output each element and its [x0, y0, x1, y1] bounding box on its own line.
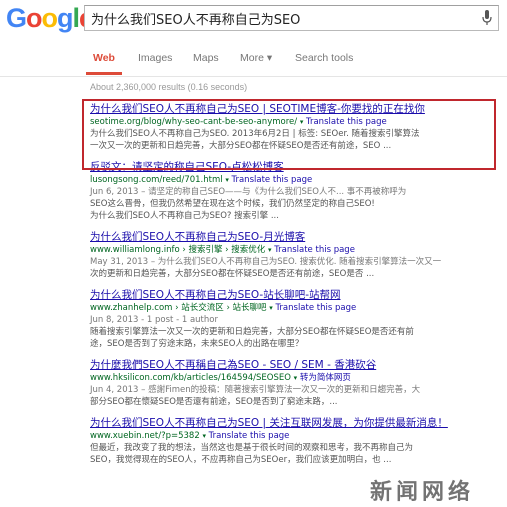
dropdown-arrow-icon[interactable]: ▾: [225, 176, 229, 184]
result-snippet-line: 随着搜索引擎算法一次又一次的更新和日趋完善，大部分SEO都在怀疑SEO是否还有前: [90, 327, 414, 337]
result-meta: Jun 8, 2013 - 1 post - 1 author: [90, 315, 218, 325]
result-url-text: lusongsong.com/reed/701.html: [90, 175, 223, 185]
result-url-text: www.zhanhelp.com › 站长交流区 › 站长聊吧: [90, 303, 267, 313]
result-item: 为什麼我們SEO人不再稱自己為SEO - SEO / SEM - 香港砍谷 ww…: [90, 358, 500, 408]
tab-images[interactable]: Images: [138, 52, 172, 64]
result-snippet-line: 次的更新和日趋完善，大部分SEO都在怀疑SEO是否还有前途，SEO是否 ...: [90, 269, 375, 279]
tab-more[interactable]: More ▾: [240, 52, 272, 64]
watermark: 新闻网络: [370, 479, 475, 505]
result-snippet-line: 但最近，我改变了我的想法，当然这也是基于很长时间的观察和思考，我不再称自己为: [90, 443, 414, 453]
tab-web[interactable]: Web: [93, 52, 115, 64]
translate-link[interactable]: Translate this page: [232, 175, 313, 185]
result-snippet-line: 部分SEO都在懷疑SEO是否還有前途，SEO是否到了窮途末路，...: [90, 397, 338, 407]
result-title-link[interactable]: 为什麼我們SEO人不再稱自己為SEO - SEO / SEM - 香港砍谷: [90, 358, 500, 372]
result-url: www.williamlong.info › 搜索引擎 › 搜索优化 ▾ Tra…: [90, 244, 500, 256]
translate-link[interactable]: Translate this page: [275, 303, 356, 313]
search-tabs: Web Images Maps More ▾ Search tools: [0, 42, 507, 77]
result-title-link[interactable]: 为什么我们SEO人不再称自己为SEO-月光博客: [90, 230, 500, 244]
result-url-text: www.williamlong.info › 搜索引擎 › 搜索优化: [90, 245, 266, 255]
google-logo[interactable]: Google: [6, 3, 94, 33]
tab-search-tools[interactable]: Search tools: [295, 52, 353, 64]
result-title-link[interactable]: 为什么我们SEO人不再称自己为SEO-站长聊吧-站帮网: [90, 288, 500, 302]
search-box[interactable]: [84, 5, 499, 31]
result-url: www.zhanhelp.com › 站长交流区 › 站长聊吧 ▾ Transl…: [90, 302, 500, 314]
result-meta: May 31, 2013 – 为什么我们SEO人不再称自己为SEO. 搜索优化.…: [90, 257, 442, 267]
result-item: 为什么我们SEO人不再称自己为SEO-站长聊吧-站帮网 www.zhanhelp…: [90, 288, 500, 350]
result-snippet-line: SEO，我觉得现在的SEO人，不应再称自己为SEOer，我们应该更加明白，也 .…: [90, 455, 392, 465]
result-meta: Jun 4, 2013 – 感謝Fimen的投稿：隨著搜索引擎算法一次又一次的更…: [90, 385, 421, 395]
result-item: 为什么我们SEO人不再称自己为SEO-月光博客 www.williamlong.…: [90, 230, 500, 280]
result-url: www.hksilicon.com/kb/articles/164594/SEO…: [90, 372, 500, 384]
search-input[interactable]: [85, 6, 471, 30]
translate-link[interactable]: Translate this page: [209, 431, 290, 441]
translate-link[interactable]: Translate this page: [274, 245, 355, 255]
highlight-box: [82, 99, 496, 170]
result-title-link[interactable]: 为什么我们SEO人不再称自己为SEO | 关注互联网发展，为你提供最新消息！: [90, 416, 500, 430]
dropdown-arrow-icon[interactable]: ▾: [268, 246, 272, 254]
result-snippet-line: 为什么我们SEO人不再称自己为SEO? 搜索引擎 ...: [90, 211, 279, 221]
active-tab-indicator: [86, 72, 122, 75]
result-url-text: www.hksilicon.com/kb/articles/164594/SEO…: [90, 373, 291, 383]
result-url: www.xuebin.net/?p=5382 ▾ Translate this …: [90, 430, 500, 442]
tab-maps[interactable]: Maps: [193, 52, 219, 64]
dropdown-arrow-icon[interactable]: ▾: [269, 304, 273, 312]
result-item: 为什么我们SEO人不再称自己为SEO | 关注互联网发展，为你提供最新消息！ w…: [90, 416, 500, 466]
dropdown-arrow-icon[interactable]: ▾: [294, 374, 298, 382]
result-meta: Jun 6, 2013 – 请坚定的称自己SEO——与《为什么我们SEO人不..…: [90, 187, 407, 197]
header: Google: [0, 0, 507, 42]
translate-link[interactable]: 转为简体网页: [300, 373, 351, 383]
result-url-text: www.xuebin.net/?p=5382: [90, 431, 200, 441]
result-snippet-line: SEO这么晋骨，但我仍然希望在现在这个时候，我们仍然坚定的称自己SEO!: [90, 199, 375, 209]
result-snippet-line: 途，SEO是否到了穷途末路，未来SEO人的出路在哪里？: [90, 339, 304, 349]
result-url: lusongsong.com/reed/701.html ▾ Translate…: [90, 174, 500, 186]
microphone-icon[interactable]: [482, 10, 492, 26]
dropdown-arrow-icon[interactable]: ▾: [202, 432, 206, 440]
result-stats: About 2,360,000 results (0.16 seconds): [90, 82, 248, 92]
